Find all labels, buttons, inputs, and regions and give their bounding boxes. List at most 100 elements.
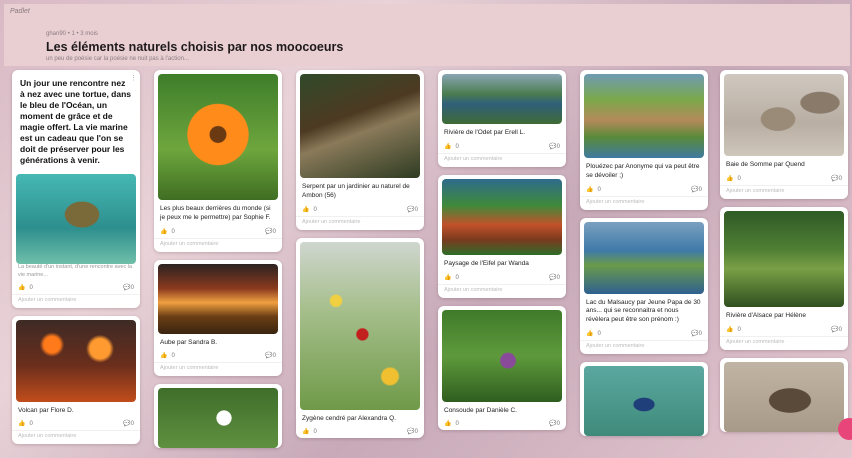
like-count: 0: [737, 326, 741, 333]
like-icon[interactable]: 👍: [160, 353, 167, 359]
post-caption: Paysage de l'Eifel par Wanda: [444, 259, 529, 267]
comment-count: 0: [698, 186, 702, 193]
comment-icon[interactable]: 💬: [831, 327, 838, 333]
like-icon[interactable]: 👍: [160, 229, 167, 235]
like-icon[interactable]: 👍: [18, 285, 25, 291]
post-caption: Lac du Malsaucy par Jeune Papa de 30 ans…: [586, 298, 701, 324]
like-icon[interactable]: 👍: [444, 144, 451, 150]
post-card[interactable]: ⋮ Lac du Malsaucy par Jeune Papa de 30 a…: [580, 217, 708, 354]
comment-input[interactable]: Ajouter un commentaire: [580, 195, 708, 210]
like-icon[interactable]: 👍: [302, 429, 309, 435]
sunrise-image[interactable]: [158, 263, 278, 334]
post-card[interactable]: ⋮ Paysage de l'Eifel par Wanda 👍0 💬0 Ajo…: [438, 174, 566, 298]
column-3: ⋮ Serpent par un jardinier au naturel de…: [296, 70, 424, 446]
post-caption: Volcan par Flore D.: [18, 406, 74, 414]
post-card[interactable]: ⋮ Volcan par Flore D. 👍0 💬0 Ajouter un c…: [12, 315, 140, 445]
column-2: ⋮ Les plus beaux derrières du monde (si …: [154, 70, 282, 456]
post-card[interactable]: ⋮ Rivière d'Alsace par Hélène 👍0 💬0 Ajou…: [720, 206, 848, 350]
comment-icon[interactable]: 💬: [549, 275, 556, 281]
like-icon[interactable]: 👍: [726, 176, 733, 182]
post-card[interactable]: ⋮ Consoude par Danièle C. 👍0 💬0: [438, 305, 566, 431]
comment-count: 0: [272, 228, 276, 235]
comment-count: 0: [130, 284, 134, 291]
like-icon[interactable]: 👍: [586, 331, 593, 337]
like-count: 0: [29, 421, 33, 428]
dragonfly-image[interactable]: [584, 365, 704, 436]
post-card[interactable]: ⋮ Rivière de l'Odet par Erell L. 👍0 💬0 A…: [438, 70, 566, 167]
comment-input[interactable]: Ajouter un commentaire: [154, 362, 282, 376]
comment-input[interactable]: Ajouter un commentaire: [580, 339, 708, 354]
post-card[interactable]: ⋮ Aube par Sandra B. 👍0 💬0 Ajouter un co…: [154, 259, 282, 377]
comment-input[interactable]: Ajouter un commentaire: [438, 152, 566, 167]
like-count: 0: [455, 421, 459, 428]
comment-input[interactable]: Ajouter un commentaire: [12, 430, 140, 444]
post-card[interactable]: ⋮ Un jour une rencontre nez à nez avec u…: [12, 70, 140, 308]
comment-input[interactable]: Ajouter un commentaire: [296, 215, 424, 230]
forest-image[interactable]: [724, 210, 844, 307]
like-icon[interactable]: 👍: [444, 275, 451, 281]
like-count: 0: [597, 186, 601, 193]
post-card[interactable]: ⋮: [154, 384, 282, 449]
like-icon[interactable]: 👍: [444, 421, 451, 427]
comment-icon[interactable]: 💬: [123, 421, 130, 427]
eagle-image[interactable]: [724, 361, 844, 432]
more-icon[interactable]: ⋮: [130, 74, 137, 82]
turtle-image[interactable]: [16, 174, 136, 265]
comment-icon[interactable]: 💬: [265, 353, 272, 359]
like-count: 0: [171, 228, 175, 235]
post-card[interactable]: ⋮ Baie de Somme par Quend 👍0 💬0 Ajouter …: [720, 70, 848, 199]
padlet-header: Padlet ghan90 • 1 • 3 mois Les éléments …: [4, 4, 850, 66]
post-caption: Rivière d'Alsace par Hélène: [726, 311, 807, 319]
like-icon[interactable]: 👍: [586, 187, 593, 193]
flower-image[interactable]: [158, 74, 278, 200]
column-6: ⋮ Baie de Somme par Quend 👍0 💬0 Ajouter …: [720, 70, 848, 440]
comment-input[interactable]: Ajouter un commentaire: [438, 283, 566, 298]
page-title: Les éléments naturels choisis par nos mo…: [46, 40, 344, 54]
seals-image[interactable]: [724, 74, 844, 156]
post-text: Un jour une rencontre nez à nez avec une…: [20, 78, 132, 166]
comment-input[interactable]: Ajouter un commentaire: [12, 293, 140, 308]
comment-input[interactable]: Ajouter un commentaire: [154, 237, 282, 252]
post-caption: Plouézec par Anonyme qui va peut être se…: [586, 163, 700, 179]
moth-image[interactable]: [300, 241, 420, 410]
like-count: 0: [455, 143, 459, 150]
post-card[interactable]: ⋮ Zygène cendré par Alexandra Q. 👍0 💬0: [296, 237, 424, 439]
comment-icon[interactable]: 💬: [691, 187, 698, 193]
comment-count: 0: [556, 274, 560, 281]
like-icon[interactable]: 👍: [726, 327, 733, 333]
post-card[interactable]: ⋮: [580, 361, 708, 436]
painting-image[interactable]: [442, 178, 562, 255]
snake-image[interactable]: [300, 74, 420, 178]
comment-input[interactable]: Ajouter un commentaire: [720, 184, 848, 199]
comment-count: 0: [698, 330, 702, 337]
consoude-image[interactable]: [442, 309, 562, 402]
flower-image[interactable]: [158, 388, 278, 449]
comment-count: 0: [272, 353, 276, 360]
comment-icon[interactable]: 💬: [549, 144, 556, 150]
comment-icon[interactable]: 💬: [265, 229, 272, 235]
post-card[interactable]: ⋮ Plouézec par Anonyme qui va peut être …: [580, 70, 708, 210]
like-icon[interactable]: 👍: [18, 421, 25, 427]
comment-icon[interactable]: 💬: [691, 331, 698, 337]
coast-image[interactable]: [584, 74, 704, 158]
post-caption: Rivière de l'Odet par Erell L.: [444, 129, 526, 136]
volcano-image[interactable]: [16, 319, 136, 402]
post-caption: Baie de Somme par Quend: [726, 161, 805, 168]
comment-count: 0: [556, 421, 560, 428]
comment-icon[interactable]: 💬: [407, 207, 414, 213]
post-caption: Consoude par Danièle C.: [444, 406, 517, 414]
comment-icon[interactable]: 💬: [407, 429, 414, 435]
comment-icon[interactable]: 💬: [549, 421, 556, 427]
brand-logo[interactable]: Padlet: [10, 8, 30, 15]
comment-count: 0: [838, 326, 842, 333]
post-card[interactable]: ⋮ Serpent par un jardinier au naturel de…: [296, 70, 424, 230]
comment-input[interactable]: Ajouter un commentaire: [720, 335, 848, 350]
comment-count: 0: [130, 421, 134, 428]
lake-image[interactable]: [584, 221, 704, 294]
river-image[interactable]: [442, 74, 562, 124]
post-card[interactable]: ⋮ Les plus beaux derrières du monde (si …: [154, 70, 282, 252]
comment-icon[interactable]: 💬: [123, 285, 130, 291]
comment-icon[interactable]: 💬: [831, 176, 838, 182]
like-icon[interactable]: 👍: [302, 207, 309, 213]
post-card[interactable]: ⋮: [720, 357, 848, 432]
